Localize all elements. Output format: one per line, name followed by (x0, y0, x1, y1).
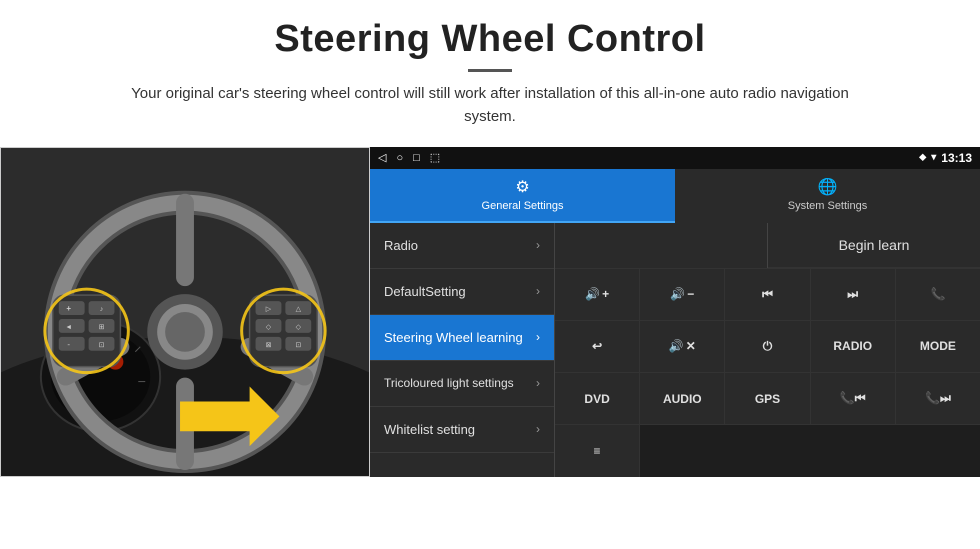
vol-up-icon: 🔊 (585, 287, 600, 301)
power-icon: ⏻ (763, 339, 773, 354)
menu-radio[interactable]: Radio › (370, 223, 554, 269)
hang-up-icon: ↩ (592, 339, 602, 353)
menu-whitelist-label: Whitelist setting (384, 422, 475, 437)
mode-label: MODE (920, 339, 956, 353)
content-area: + ◄ - ♪ ⊞ ⊡ ▷ ◇ ⊠ △ ◇ ⊡ (0, 147, 980, 549)
menu-steering-label: Steering Wheel learning (384, 330, 523, 345)
audio-label: AUDIO (663, 392, 702, 406)
empty-slot (555, 223, 768, 268)
svg-text:▷: ▷ (266, 306, 272, 313)
svg-text:◄: ◄ (65, 323, 72, 330)
phone-prev-icon: 📞⏮ (840, 391, 866, 406)
gps-label: GPS (755, 392, 780, 406)
control-row-3: DVD AUDIO GPS 📞⏮ (555, 373, 980, 425)
menu-whitelist[interactable]: Whitelist setting › (370, 407, 554, 453)
dvd-label: DVD (584, 392, 609, 406)
android-panel: ◁ ○ □ ⬚ ⬥ ▾ 13:13 ⚙ General Settings (370, 147, 980, 477)
gps-button[interactable]: GPS (725, 373, 810, 424)
prev-track-button[interactable]: ⏮ (725, 269, 810, 320)
next-icon: ⏭ (847, 287, 858, 302)
recents-icon[interactable]: □ (413, 152, 420, 164)
menu-list-button[interactable]: ≡ (555, 425, 640, 476)
tab-general-label: General Settings (482, 200, 564, 212)
menu-radio-label: Radio (384, 238, 418, 253)
control-row-1: 🔊+ 🔊− ⏮ ⏭ 📞 (555, 269, 980, 321)
control-row-4: ≡ (555, 425, 980, 476)
menu-default-label: DefaultSetting (384, 284, 466, 299)
top-control-row: Begin learn (555, 223, 980, 269)
time-display: 13:13 (941, 151, 972, 165)
screenshot-icon[interactable]: ⬚ (430, 151, 440, 164)
tab-bar: ⚙ General Settings 🌐 System Settings (370, 169, 980, 223)
svg-text:⊞: ⊞ (99, 323, 105, 330)
svg-text:◇: ◇ (296, 323, 302, 330)
subtitle: Your original car's steering wheel contr… (130, 82, 850, 129)
left-menu: Radio › DefaultSetting › Steering Wheel … (370, 223, 555, 477)
back-icon[interactable]: ◁ (378, 151, 386, 164)
menu-tricoloured-label: Tricoloured light settings (384, 376, 514, 390)
chevron-icon: › (536, 238, 540, 252)
svg-text:△: △ (296, 306, 302, 313)
vol-down-icon: 🔊 (670, 287, 685, 301)
tab-general-settings[interactable]: ⚙ General Settings (370, 169, 675, 223)
vol-down-button[interactable]: 🔊− (640, 269, 725, 320)
mode-button[interactable]: MODE (896, 321, 980, 372)
prev-icon: ⏮ (762, 287, 773, 302)
radio-button[interactable]: RADIO (811, 321, 896, 372)
chevron-icon: › (536, 376, 540, 390)
svg-text:♪: ♪ (100, 306, 103, 313)
location-icon: ⬥ (919, 152, 926, 163)
steering-wheel-image: + ◄ - ♪ ⊞ ⊡ ▷ ◇ ⊠ △ ◇ ⊡ (0, 147, 370, 477)
tab-system-label: System Settings (788, 200, 867, 212)
next-track-button[interactable]: ⏭ (811, 269, 896, 320)
chevron-icon: › (536, 284, 540, 298)
title-divider (468, 69, 512, 72)
menu-default-setting[interactable]: DefaultSetting › (370, 269, 554, 315)
menu-list-icon: ≡ (593, 444, 600, 458)
phone-icon: 📞 (930, 287, 945, 301)
svg-text:⊠: ⊠ (266, 341, 272, 348)
home-icon[interactable]: ○ (396, 152, 403, 164)
phone-next-icon: 📞⏭ (925, 391, 951, 406)
control-row-2: ↩ 🔊✕ ⏻ RADIO MO (555, 321, 980, 373)
svg-text:+: + (66, 304, 71, 313)
header-section: Steering Wheel Control Your original car… (0, 0, 980, 139)
svg-text:◇: ◇ (266, 323, 272, 330)
phone-prev-button[interactable]: 📞⏮ (811, 373, 896, 424)
mute-icon: 🔊 (669, 339, 684, 353)
status-bar: ◁ ○ □ ⬚ ⬥ ▾ 13:13 (370, 147, 980, 169)
svg-text:-: - (67, 339, 70, 348)
dvd-button[interactable]: DVD (555, 373, 640, 424)
status-left: ◁ ○ □ ⬚ (378, 151, 440, 164)
vol-up-button[interactable]: 🔊+ (555, 269, 640, 320)
controls-grid: 🔊+ 🔊− ⏮ ⏭ 📞 (555, 269, 980, 477)
tab-system-settings[interactable]: 🌐 System Settings (675, 169, 980, 223)
begin-learn-button[interactable]: Begin learn (768, 223, 980, 268)
hang-up-button[interactable]: ↩ (555, 321, 640, 372)
page-wrapper: Steering Wheel Control Your original car… (0, 0, 980, 549)
svg-text:⊡: ⊡ (99, 341, 105, 348)
empty-row-4 (640, 425, 980, 476)
chevron-icon: › (536, 330, 540, 344)
menu-tricoloured[interactable]: Tricoloured light settings › (370, 361, 554, 407)
mute-button[interactable]: 🔊✕ (640, 321, 725, 372)
phone-next-button[interactable]: 📞⏭ (896, 373, 980, 424)
audio-button[interactable]: AUDIO (640, 373, 725, 424)
phone-button[interactable]: 📞 (896, 269, 980, 320)
chevron-icon: › (536, 422, 540, 436)
menu-steering-wheel[interactable]: Steering Wheel learning › (370, 315, 554, 361)
main-split: Radio › DefaultSetting › Steering Wheel … (370, 223, 980, 477)
page-title: Steering Wheel Control (60, 18, 920, 61)
wifi-icon: ▾ (931, 152, 936, 163)
status-right: ⬥ ▾ 13:13 (919, 151, 972, 165)
power-button[interactable]: ⏻ (725, 321, 810, 372)
svg-text:⊡: ⊡ (295, 341, 301, 348)
general-settings-icon: ⚙ (515, 177, 529, 197)
system-settings-icon: 🌐 (818, 177, 838, 197)
right-controls: Begin learn 🔊+ 🔊− (555, 223, 980, 477)
radio-label: RADIO (833, 339, 872, 353)
